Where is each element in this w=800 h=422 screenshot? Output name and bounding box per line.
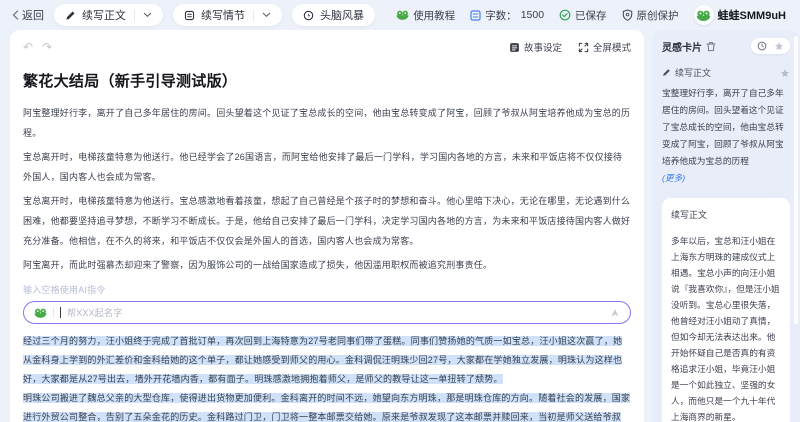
- fullscreen-button[interactable]: 全屏模式: [578, 40, 631, 54]
- divider: [134, 10, 135, 21]
- clear-cards-icon[interactable]: [706, 41, 716, 52]
- saved-status: 已保存: [559, 8, 607, 23]
- fullscreen-label: 全屏模式: [593, 40, 631, 54]
- topbar-right: 使用教程 字数： 1500 已保存 原创保护 蛙蛙SMM9uH: [396, 5, 786, 25]
- tutorial-button[interactable]: 使用教程: [396, 8, 455, 23]
- main-content: ↶ ↷ 故事设定 全屏模式 繁花大结局（新手引导测试版） 阿宝整理好行李，离开: [0, 30, 800, 422]
- continue-writing-label: 续写正文: [82, 7, 126, 23]
- word-count: 字数： 1500: [470, 8, 544, 23]
- inspiration-card-summary[interactable]: 续写正文 宝整理好行李，离开了自己多年居住的房间。回头望着这个见证了宝总成长的空…: [662, 66, 790, 187]
- editor-panel: ↶ ↷ 故事设定 全屏模式 繁花大结局（新手引导测试版） 阿宝整理好行李，离开: [10, 30, 644, 422]
- back-label: 返回: [22, 7, 44, 23]
- undo-icon[interactable]: ↶: [23, 41, 33, 53]
- chevron-down-icon: [262, 12, 271, 18]
- inspiration-sidebar: 灵感卡片 续写正文: [652, 30, 800, 422]
- divider: [253, 10, 254, 21]
- brainstorm-button[interactable]: 头脑风暴: [292, 4, 375, 26]
- continue-writing-button[interactable]: 续写正文: [54, 4, 163, 26]
- ai-command-input[interactable]: 帮XXX起名字: [23, 301, 631, 324]
- shield-icon: [622, 9, 633, 21]
- continue-plot-button[interactable]: 续写情节: [173, 4, 282, 26]
- story-paragraph-selected: 明珠公司搬进了魏总父亲的大型仓库，使得进出货物更加便利。金科离开的时间不远，她望…: [23, 389, 631, 422]
- card-label: 续写正文: [675, 66, 711, 79]
- inspiration-card-continuation[interactable]: 续写正文 多年以后，宝总和汪小姐在上海东方明珠的建成仪式上相遇。宝总小声的向汪小…: [662, 198, 790, 422]
- document-title[interactable]: 繁花大结局（新手引导测试版）: [23, 70, 631, 91]
- card-text: 宝整理好行李，离开了自己多年居住的房间。回头望着这个见证了宝总成长的空间，他由宝…: [662, 88, 784, 166]
- word-count-icon: [470, 10, 481, 21]
- favorites-star-icon[interactable]: [774, 41, 784, 51]
- history-clock-icon[interactable]: [757, 41, 767, 51]
- brainstorm-label: 头脑风暴: [320, 7, 364, 23]
- copyright-protection-button[interactable]: 原创保护: [622, 8, 679, 23]
- text-cursor: [60, 307, 61, 318]
- copyright-protection-label: 原创保护: [637, 8, 679, 23]
- selected-text[interactable]: 经过三个月的努力，汪小姐终于完成了首批订单，再次回到上海特意为27号老同事们带了…: [23, 336, 622, 384]
- card-header: 续写正文: [662, 66, 790, 79]
- redo-icon[interactable]: ↷: [42, 41, 52, 53]
- continue-plot-label: 续写情节: [201, 7, 245, 23]
- brainstorm-icon: [303, 10, 314, 21]
- ai-input-placeholder: 帮XXX起名字: [67, 306, 122, 319]
- pen-icon: [662, 68, 671, 77]
- selected-text-block[interactable]: 经过三个月的努力，汪小姐终于完成了首批订单，再次回到上海特意为27号老同事们带了…: [23, 332, 631, 422]
- frog-icon: [34, 308, 47, 318]
- check-circle-icon: [559, 9, 571, 21]
- card-filter-toggle: [751, 38, 790, 54]
- story-paragraph[interactable]: 阿宝离开，而此时强慕杰却迎来了警察，因为服饰公司的一战给国家造成了损失，他因滥用…: [23, 255, 631, 275]
- word-count-label: 字数：: [485, 8, 517, 23]
- card-content: 宝整理好行李，离开了自己多年居住的房间。回头望着这个见证了宝总成长的空间，他由宝…: [662, 85, 790, 187]
- card-label: 续写正文: [671, 208, 781, 221]
- scrollbar[interactable]: [794, 36, 798, 324]
- story-paragraph-selected: 经过三个月的努力，汪小姐终于完成了首批订单，再次回到上海特意为27号老同事们带了…: [23, 332, 631, 389]
- chevron-left-icon: [12, 10, 19, 20]
- story-settings-icon: [509, 42, 520, 53]
- saved-label: 已保存: [575, 8, 607, 23]
- sidebar-title: 灵感卡片: [662, 39, 702, 54]
- back-button[interactable]: 返回: [12, 7, 44, 23]
- selected-text[interactable]: 明珠公司搬进了魏总父亲的大型仓库，使得进出货物更加便利。金科离开的时间不远，她望…: [23, 393, 630, 422]
- top-toolbar: 返回 续写正文 续写情节 头脑风暴 使用教程: [0, 0, 800, 30]
- editor-toolbar: ↶ ↷ 故事设定 全屏模式: [23, 36, 631, 58]
- divider: [53, 307, 54, 318]
- ai-command-hint: 输入空格使用AI指令: [23, 283, 631, 296]
- word-count-value: 1500: [521, 9, 544, 21]
- pen-icon: [65, 10, 76, 21]
- fullscreen-icon: [578, 42, 589, 53]
- card-paragraph: 多年以后，宝总和汪小姐在上海东方明珠的建成仪式上相遇。宝总小声的向汪小姐说『我喜…: [671, 233, 781, 422]
- story-paragraph[interactable]: 宝总离开时，电梯孩童特意为他送行。宝总感激地看着孩童，想起了自己曾经是个孩子时的…: [23, 191, 631, 251]
- send-icon[interactable]: [610, 308, 620, 318]
- frog-icon: [396, 10, 409, 20]
- sidebar-header: 灵感卡片: [662, 38, 790, 54]
- story-paragraph[interactable]: 阿宝整理好行李，离开了自己多年居住的房间。回头望着这个见证了宝总成长的空间，他由…: [23, 103, 631, 143]
- plot-document-icon: [184, 10, 195, 21]
- story-settings-label: 故事设定: [524, 40, 562, 54]
- story-paragraph[interactable]: 宝总离开时，电梯孩童特意为他送行。他已经学会了26国语言，而阿宝给他安排了最后一…: [23, 147, 631, 187]
- user-account[interactable]: 蛙蛙SMM9uH: [694, 5, 786, 25]
- chevron-down-icon: [143, 12, 152, 18]
- story-settings-button[interactable]: 故事设定: [509, 40, 562, 54]
- tutorial-label: 使用教程: [413, 8, 455, 23]
- favorite-star-icon[interactable]: [780, 68, 790, 78]
- more-link[interactable]: (更多): [662, 173, 685, 183]
- editor-actions: 故事设定 全屏模式: [509, 40, 631, 54]
- username: 蛙蛙SMM9uH: [718, 7, 786, 23]
- avatar: [694, 5, 714, 25]
